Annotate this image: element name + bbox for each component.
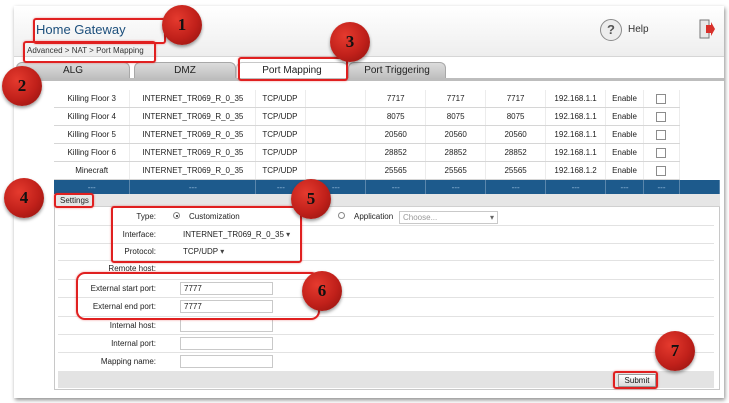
internal-host-input[interactable] (180, 319, 273, 332)
row-select-checkbox[interactable] (656, 93, 667, 104)
tab-port-triggering[interactable]: Port Triggering (348, 62, 446, 78)
table-cell-int-port: 25565 (485, 161, 547, 180)
tab-dmz[interactable]: DMZ (134, 62, 236, 78)
row-select-cell (643, 90, 680, 108)
table-cell-name: Minecraft (54, 161, 131, 180)
table-cell-ext-start: 28852 (365, 143, 427, 162)
application-select[interactable]: Choose... ▾ (399, 211, 498, 224)
highlight-breadcrumb (23, 41, 156, 63)
type-application-radio[interactable] (338, 212, 345, 219)
table-cell-protocol: TCP/UDP (255, 125, 307, 144)
row-select-cell (643, 107, 680, 126)
table-row: Killing Floor 4 INTERNET_TR069_R_0_35 TCP/… (54, 107, 720, 126)
highlight-port-mapping-tab (238, 57, 348, 81)
annotation-badge-7: 7 (655, 331, 695, 371)
type-application-label: Application (354, 212, 394, 221)
annotation-badge-4: 4 (4, 178, 44, 218)
annotation-badge-5: 5 (291, 179, 331, 219)
row-select-cell (643, 125, 680, 144)
row-select-checkbox[interactable] (656, 129, 667, 140)
tab-underline (14, 78, 724, 81)
annotation-badge-6: 6 (302, 271, 342, 311)
internal-port-input[interactable] (180, 337, 273, 350)
table-cell-ext-end: 20560 (425, 125, 487, 144)
table-cell-protocol: TCP/UDP (255, 90, 307, 108)
highlight-submit (613, 371, 658, 389)
internal-port-label: Internal port: (111, 339, 156, 348)
table-cell-empty (305, 90, 367, 108)
table-cell-ext-end: 25565 (425, 161, 487, 180)
table-cell-int-port: 7717 (485, 90, 547, 108)
table-cell-status: Enable (605, 143, 645, 162)
table-cell-interface: INTERNET_TR069_R_0_35 (129, 125, 257, 144)
row-select-cell (643, 161, 680, 180)
table-cell-empty (305, 143, 367, 162)
table-row: Minecraft INTERNET_TR069_R_0_35 TCP/UDP 255… (54, 161, 720, 180)
annotation-badge-2: 2 (2, 66, 42, 106)
table-cell-name: Killing Floor 5 (54, 125, 131, 144)
table-cell-name: Killing Floor 6 (54, 143, 131, 162)
table-cell-status: Enable (605, 125, 645, 144)
table-cell-ext-end: 7717 (425, 90, 487, 108)
table-cell-protocol: TCP/UDP (255, 161, 307, 180)
table-cell-empty (305, 125, 367, 144)
logout-icon[interactable] (699, 19, 715, 39)
table-cell-host: 192.168.1.1 (545, 107, 607, 126)
table-cell-empty (305, 161, 367, 180)
table-cell-ext-start: 7717 (365, 90, 427, 108)
table-cell-status: Enable (605, 107, 645, 126)
table-cell-host: 192.168.1.1 (545, 143, 607, 162)
table-cell-name: Killing Floor 3 (54, 90, 131, 108)
table-row: Killing Floor 6 INTERNET_TR069_R_0_35 TCP/… (54, 143, 720, 162)
row-divider (58, 352, 714, 353)
annotation-badge-3: 3 (330, 22, 370, 62)
table-cell-protocol: TCP/UDP (255, 143, 307, 162)
row-select-checkbox[interactable] (656, 111, 667, 122)
table-cell-interface: INTERNET_TR069_R_0_35 (129, 90, 257, 108)
table-cell-interface: INTERNET_TR069_R_0_35 (129, 143, 257, 162)
highlight-external-ports (76, 272, 320, 320)
table-cell-int-port: 8075 (485, 107, 547, 126)
row-divider (58, 334, 714, 335)
table-row: Killing Floor 3 INTERNET_TR069_R_0_35 TCP/… (54, 90, 720, 108)
table-cell-interface: INTERNET_TR069_R_0_35 (129, 107, 257, 126)
table-cell-empty (305, 107, 367, 126)
table-row: Killing Floor 5 INTERNET_TR069_R_0_35 TCP/… (54, 125, 720, 144)
highlight-settings (54, 193, 94, 208)
table-cell-int-port: 20560 (485, 125, 547, 144)
table-cell-ext-start: 25565 (365, 161, 427, 180)
internal-host-label: Internal host: (109, 321, 156, 330)
highlight-type-interface-protocol (111, 206, 302, 263)
tab-bar: ALG DMZ Port Mapping Port Triggering (14, 62, 724, 78)
application-select-value: Choose... (403, 213, 438, 222)
help-link[interactable]: Help (628, 24, 649, 35)
table-cell-ext-end: 28852 (425, 143, 487, 162)
table-cell-host: 192.168.1.1 (545, 90, 607, 108)
table-cell-host: 192.168.1.1 (545, 125, 607, 144)
mapping-name-input[interactable] (180, 355, 273, 368)
table-cell-int-port: 28852 (485, 143, 547, 162)
row-select-checkbox[interactable] (656, 165, 667, 176)
table-cell-ext-end: 8075 (425, 107, 487, 126)
annotation-badge-1: 1 (162, 5, 202, 45)
table-cell-protocol: TCP/UDP (255, 107, 307, 126)
table-cell-status: Enable (605, 161, 645, 180)
chevron-down-icon: ▾ (489, 213, 494, 222)
table-cell-host: 192.168.1.2 (545, 161, 607, 180)
row-select-checkbox[interactable] (656, 147, 667, 158)
row-select-cell (643, 143, 680, 162)
table-cell-ext-start: 8075 (365, 107, 427, 126)
port-mapping-table: Killing Floor 3 INTERNET_TR069_R_0_35 TCP/… (54, 90, 721, 196)
table-cell-ext-start: 20560 (365, 125, 427, 144)
mapping-name-label: Mapping name: (100, 357, 156, 366)
table-cell-status: Enable (605, 90, 645, 108)
table-cell-name: Killing Floor 4 (54, 107, 131, 126)
table-cell-interface: INTERNET_TR069_R_0_35 (129, 161, 257, 180)
help-icon[interactable]: ? (600, 19, 622, 41)
